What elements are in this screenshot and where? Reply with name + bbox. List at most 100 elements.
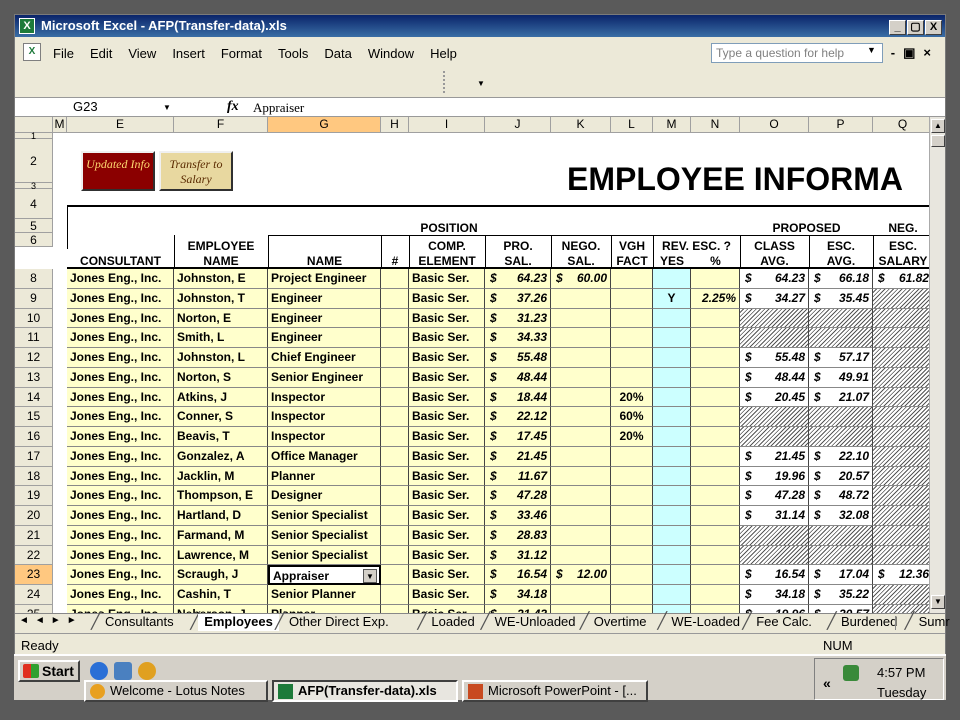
cell-employee[interactable]: Conner, S — [174, 407, 268, 427]
cell-consultant[interactable]: Jones Eng., Inc. — [67, 288, 174, 309]
cell-pro-sal[interactable]: $11.67 — [485, 466, 551, 487]
cell-vgh-fact[interactable] — [611, 525, 653, 546]
cell-comp-element[interactable]: Basic Ser. — [409, 525, 485, 546]
cell-position[interactable]: Engineer — [268, 288, 381, 309]
cell-employee[interactable]: Smith, L — [174, 328, 268, 348]
task-excel[interactable]: AFP(Transfer-data).xls — [272, 680, 458, 702]
cell-class-avg[interactable] — [740, 308, 809, 329]
sheet-tab-overtime[interactable]: Overtime — [588, 614, 653, 631]
row-header-25[interactable]: 25 — [15, 604, 53, 613]
cell-rev-yes[interactable] — [653, 387, 691, 408]
task-powerpoint[interactable]: Microsoft PowerPoint - [... — [462, 680, 648, 702]
cell-comp-element[interactable]: Basic Ser. — [409, 387, 485, 408]
cell-position[interactable]: Planner — [268, 466, 381, 487]
cell-hash[interactable] — [381, 367, 409, 388]
cell-class-avg[interactable] — [740, 525, 809, 546]
cell-consultant[interactable]: Jones Eng., Inc. — [67, 407, 174, 427]
cell-comp-element[interactable]: Basic Ser. — [409, 565, 485, 585]
cell-esc-avg[interactable]: $49.91 — [809, 367, 873, 388]
cell-rev-yes[interactable] — [653, 328, 691, 348]
cell-esc-avg[interactable] — [809, 328, 873, 348]
cell-vgh-fact[interactable] — [611, 328, 653, 348]
cell-esc-pct[interactable] — [691, 427, 740, 447]
cell-pro-sal[interactable]: $16.54 — [485, 565, 551, 585]
insert-function-icon[interactable]: fx — [227, 99, 239, 115]
cell-esc-salary[interactable] — [873, 446, 929, 467]
cell-comp-element[interactable]: Basic Ser. — [409, 486, 485, 506]
cell-vgh-fact[interactable] — [611, 466, 653, 487]
row-header-11[interactable]: 11 — [15, 328, 53, 348]
cell-rev-yes[interactable] — [653, 269, 691, 289]
cell-employee[interactable]: Norton, S — [174, 367, 268, 388]
cell-class-avg[interactable]: $21.45 — [740, 446, 809, 467]
cell-employee[interactable]: Atkins, J — [174, 387, 268, 408]
cell-vgh-fact[interactable] — [611, 269, 653, 289]
cell-hash[interactable] — [381, 387, 409, 408]
cell-rev-yes[interactable] — [653, 545, 691, 566]
cell-rev-yes[interactable] — [653, 604, 691, 613]
cell-class-avg[interactable] — [740, 407, 809, 427]
cell-nego-sal[interactable] — [551, 486, 611, 506]
cell-pro-sal[interactable]: $21.45 — [485, 446, 551, 467]
cell-position[interactable]: Senior Specialist — [268, 506, 381, 526]
cell-class-avg[interactable]: $19.96 — [740, 604, 809, 613]
cell-consultant[interactable]: Jones Eng., Inc. — [67, 446, 174, 467]
column-header-m[interactable]: M — [53, 117, 67, 133]
menu-file[interactable]: File — [53, 46, 74, 61]
cell-vgh-fact[interactable] — [611, 446, 653, 467]
cell-esc-avg[interactable]: $48.72 — [809, 486, 873, 506]
cell-esc-salary[interactable]: $12.36 — [873, 565, 929, 585]
toolbar-options-icon[interactable]: ▼ — [477, 79, 485, 88]
cell-nego-sal[interactable] — [551, 525, 611, 546]
cell-rev-yes[interactable] — [653, 466, 691, 487]
cell-pro-sal[interactable]: $34.18 — [485, 585, 551, 605]
cell-position[interactable]: Engineer — [268, 308, 381, 329]
tab-navigation-icons[interactable]: ◄◄►► — [19, 615, 83, 626]
menu-edit[interactable]: Edit — [90, 46, 112, 61]
menu-format[interactable]: Format — [221, 46, 262, 61]
cell-esc-avg[interactable]: $35.22 — [809, 585, 873, 605]
cell-vgh-fact[interactable] — [611, 545, 653, 566]
scroll-thumb[interactable] — [931, 135, 945, 147]
cell-class-avg[interactable] — [740, 427, 809, 447]
cell-employee[interactable]: Neberson, J — [174, 604, 268, 613]
cell-position[interactable]: Inspector — [268, 407, 381, 427]
menu-view[interactable]: View — [128, 46, 156, 61]
cell-esc-pct[interactable] — [691, 269, 740, 289]
column-header-l[interactable]: L — [611, 117, 653, 133]
cell-esc-salary[interactable] — [873, 545, 929, 566]
cell-esc-salary[interactable] — [873, 328, 929, 348]
cell-consultant[interactable]: Jones Eng., Inc. — [67, 328, 174, 348]
cell-esc-pct[interactable] — [691, 446, 740, 467]
cell-comp-element[interactable]: Basic Ser. — [409, 328, 485, 348]
worksheet-grid[interactable]: Updated Info Transfer to Salary EMPLOYEE… — [15, 117, 929, 613]
cell-vgh-fact[interactable] — [611, 604, 653, 613]
cell-employee[interactable]: Thompson, E — [174, 486, 268, 506]
cell-hash[interactable] — [381, 565, 409, 585]
column-header-n[interactable]: N — [691, 117, 740, 133]
menu-help[interactable]: Help — [430, 46, 457, 61]
transfer-to-salary-button[interactable]: Transfer to Salary — [159, 151, 233, 191]
cell-consultant[interactable]: Jones Eng., Inc. — [67, 367, 174, 388]
cell-employee[interactable]: Scraugh, J — [174, 565, 268, 585]
cell-esc-salary[interactable] — [873, 427, 929, 447]
cell-esc-salary[interactable] — [873, 348, 929, 368]
row-header-24[interactable]: 24 — [15, 585, 53, 605]
cell-vgh-fact[interactable] — [611, 308, 653, 329]
cell-consultant[interactable]: Jones Eng., Inc. — [67, 387, 174, 408]
cell-esc-pct[interactable] — [691, 328, 740, 348]
cell-pro-sal[interactable]: $64.23 — [485, 269, 551, 289]
cell-consultant[interactable]: Jones Eng., Inc. — [67, 604, 174, 613]
sheet-tab-we-unloaded[interactable]: WE-Unloaded — [489, 614, 582, 631]
cell-employee[interactable]: Hartland, D — [174, 506, 268, 526]
cell-hash[interactable] — [381, 269, 409, 289]
row-header-16[interactable]: 16 — [15, 427, 53, 447]
cell-vgh-fact[interactable]: 20% — [611, 387, 653, 408]
cell-esc-avg[interactable] — [809, 427, 873, 447]
cell-class-avg[interactable]: $34.27 — [740, 288, 809, 309]
cell-comp-element[interactable]: Basic Ser. — [409, 446, 485, 467]
row-header-21[interactable]: 21 — [15, 525, 53, 546]
cell-pro-sal[interactable]: $48.44 — [485, 367, 551, 388]
sheet-tab-burdened[interactable]: Burdened — [835, 614, 903, 631]
column-header-k[interactable]: K — [551, 117, 611, 133]
